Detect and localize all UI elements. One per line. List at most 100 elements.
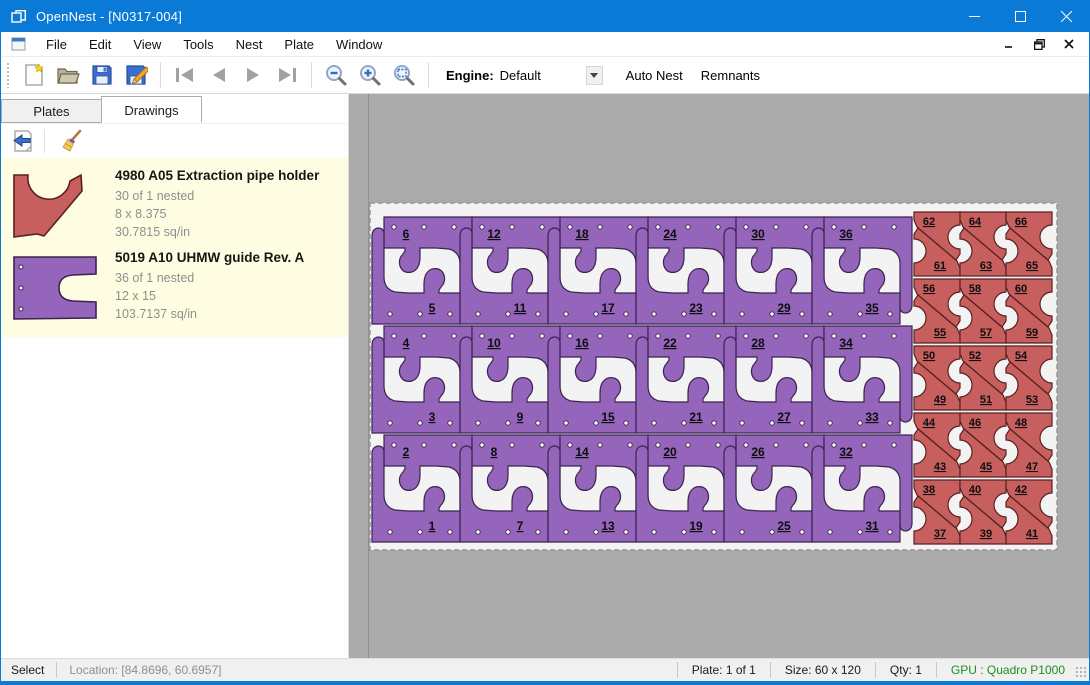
- part-nested: 36 of 1 nested: [115, 269, 304, 287]
- part-number-label: 30: [751, 227, 765, 241]
- new-file-button[interactable]: [17, 60, 51, 90]
- menu-file[interactable]: File: [35, 34, 78, 55]
- part-number-label: 21: [689, 410, 703, 424]
- part-number-label: 33: [865, 410, 879, 424]
- part-number-label: 65: [1026, 260, 1038, 272]
- menu-view[interactable]: View: [122, 34, 172, 55]
- remnants-button[interactable]: Remnants: [692, 62, 769, 89]
- maximize-button[interactable]: [997, 1, 1043, 32]
- next-plate-button[interactable]: [236, 60, 270, 90]
- auto-nest-button[interactable]: Auto Nest: [617, 62, 692, 89]
- part-number-label: 39: [980, 528, 992, 540]
- part-number-label: 23: [689, 301, 703, 315]
- mdi-minimize-button[interactable]: [1001, 37, 1017, 51]
- save-button[interactable]: [85, 60, 119, 90]
- part-number-label: 4: [403, 336, 410, 350]
- part-thumbnail: [11, 168, 115, 242]
- part-number-label: 20: [663, 445, 677, 459]
- app-icon: [11, 9, 27, 25]
- nest-canvas[interactable]: 6512111817242330293635431091615222128273…: [349, 94, 1089, 658]
- part-number-label: 15: [601, 410, 615, 424]
- clear-broom-button[interactable]: [56, 126, 88, 156]
- part-number-label: 19: [689, 519, 703, 533]
- part-number-label: 16: [575, 336, 589, 350]
- part-number-label: 28: [751, 336, 765, 350]
- tab-plates[interactable]: Plates: [1, 99, 102, 123]
- part-size: 12 x 15: [115, 287, 304, 305]
- plate-qty: Qty: 1: [876, 663, 936, 677]
- engine-dropdown-button[interactable]: [586, 66, 603, 85]
- main-area: Plates Drawings: [1, 94, 1089, 658]
- part-number-label: 11: [514, 301, 527, 315]
- part-number-label: 3: [429, 410, 436, 424]
- previous-plate-button[interactable]: [202, 60, 236, 90]
- resize-grip[interactable]: [1075, 666, 1087, 678]
- part-nested: 30 of 1 nested: [115, 187, 319, 205]
- menu-nest[interactable]: Nest: [225, 34, 274, 55]
- part-number-label: 10: [487, 336, 501, 350]
- mdi-close-button[interactable]: [1061, 37, 1077, 51]
- engine-label: Engine:: [446, 68, 494, 83]
- part-number-label: 40: [969, 484, 981, 496]
- gpu-status: GPU : Quadro P1000: [937, 663, 1075, 677]
- open-button[interactable]: [51, 60, 85, 90]
- part-number-label: 58: [969, 283, 981, 295]
- part-number-label: 18: [575, 227, 589, 241]
- sidebar-empty-area: [1, 337, 348, 658]
- part-number-label: 60: [1015, 283, 1027, 295]
- part-number-label: 48: [1015, 417, 1027, 429]
- zoom-fit-button[interactable]: [387, 60, 421, 90]
- send-back-button[interactable]: [7, 126, 39, 156]
- part-number-label: 13: [601, 519, 615, 533]
- part-thumbnail: [11, 250, 115, 323]
- tab-drawings[interactable]: Drawings: [101, 96, 202, 123]
- menu-plate[interactable]: Plate: [273, 34, 325, 55]
- part-number-label: 54: [1015, 350, 1028, 362]
- sidebar: Plates Drawings: [1, 94, 349, 658]
- nest-svg[interactable]: 6512111817242330293635431091615222128273…: [349, 94, 1089, 658]
- part-number-label: 42: [1015, 484, 1027, 496]
- menu-window[interactable]: Window: [325, 34, 393, 55]
- part-number-label: 8: [491, 445, 498, 459]
- menu-tools[interactable]: Tools: [172, 34, 224, 55]
- part-number-label: 14: [575, 445, 589, 459]
- part-number-label: 1: [429, 519, 436, 533]
- toolbar-separator: [311, 62, 312, 88]
- part-number-label: 34: [839, 336, 853, 350]
- part-area: 30.7815 sq/in: [115, 223, 319, 241]
- title-bar: OpenNest - [N0317-004]: [1, 1, 1089, 32]
- part-number-label: 9: [517, 410, 524, 424]
- zoom-out-button[interactable]: [319, 60, 353, 90]
- part-number-label: 17: [601, 301, 615, 315]
- main-toolbar: Engine: Default Auto Nest Remnants: [1, 57, 1089, 94]
- minimize-button[interactable]: [951, 1, 997, 32]
- last-plate-button[interactable]: [270, 60, 304, 90]
- part-number-label: 26: [751, 445, 765, 459]
- mode-indicator: Select: [1, 663, 56, 677]
- list-item[interactable]: 4980 A05 Extraction pipe holder 30 of 1 …: [5, 164, 344, 246]
- sidebar-toolbar: [1, 123, 348, 158]
- app-window: OpenNest - [N0317-004] File Edit View To…: [0, 0, 1090, 685]
- part-number-label: 61: [934, 260, 946, 272]
- part-number-label: 52: [969, 350, 981, 362]
- menu-edit[interactable]: Edit: [78, 34, 122, 55]
- list-item[interactable]: 5019 A10 UHMW guide Rev. A 36 of 1 neste…: [5, 246, 344, 327]
- toolbar-grip[interactable]: [6, 62, 11, 88]
- cursor-location: Location: [84.8696, 60.6957]: [57, 663, 233, 677]
- first-plate-button[interactable]: [168, 60, 202, 90]
- zoom-in-button[interactable]: [353, 60, 387, 90]
- mdi-restore-button[interactable]: [1031, 37, 1047, 51]
- plate-count: Plate: 1 of 1: [678, 663, 770, 677]
- part-number-label: 41: [1026, 528, 1038, 540]
- engine-combobox[interactable]: Default: [500, 68, 586, 83]
- part-number-label: 35: [865, 301, 879, 315]
- document-icon: [11, 37, 27, 51]
- part-number-label: 25: [777, 519, 791, 533]
- part-number-label: 45: [980, 461, 992, 473]
- close-button[interactable]: [1043, 1, 1089, 32]
- save-as-button[interactable]: [119, 60, 153, 90]
- part-number-label: 22: [663, 336, 677, 350]
- toolbar-separator: [160, 62, 161, 88]
- part-number-label: 51: [980, 394, 992, 406]
- part-number-label: 38: [923, 484, 935, 496]
